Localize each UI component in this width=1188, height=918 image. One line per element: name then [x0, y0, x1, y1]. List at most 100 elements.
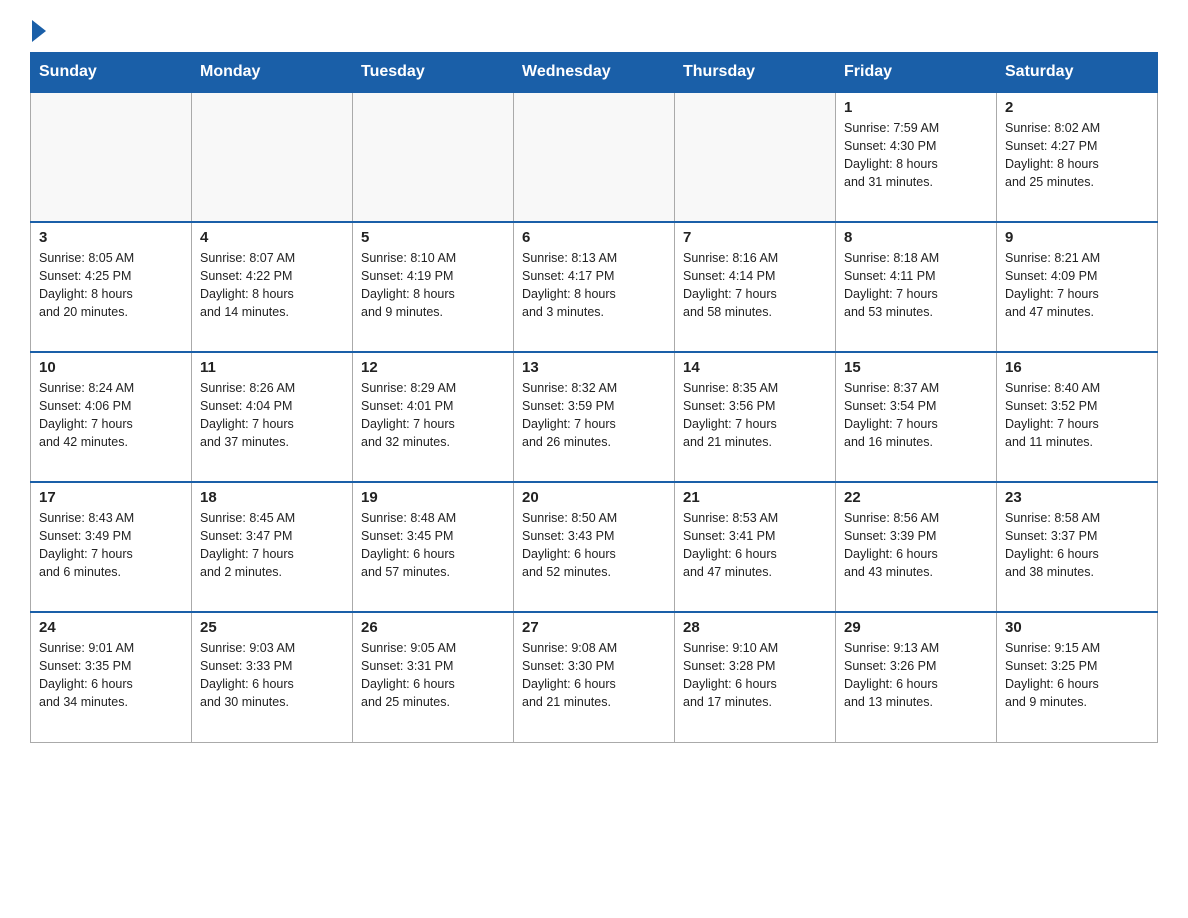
col-friday: Friday — [836, 53, 997, 93]
day-info: Sunrise: 8:32 AM Sunset: 3:59 PM Dayligh… — [522, 379, 666, 452]
day-info: Sunrise: 9:10 AM Sunset: 3:28 PM Dayligh… — [683, 639, 827, 712]
day-number: 27 — [522, 619, 666, 636]
table-row — [353, 92, 514, 222]
day-number: 25 — [200, 619, 344, 636]
table-row: 3 Sunrise: 8:05 AM Sunset: 4:25 PM Daylig… — [31, 222, 192, 352]
day-info: Sunrise: 8:10 AM Sunset: 4:19 PM Dayligh… — [361, 249, 505, 322]
table-row: 20Sunrise: 8:50 AM Sunset: 3:43 PM Dayli… — [514, 482, 675, 612]
day-info: Sunrise: 8:13 AM Sunset: 4:17 PM Dayligh… — [522, 249, 666, 322]
day-info: Sunrise: 9:03 AM Sunset: 3:33 PM Dayligh… — [200, 639, 344, 712]
table-row: 13 Sunrise: 8:32 AM Sunset: 3:59 PM Dayli… — [514, 352, 675, 482]
calendar-week-row: 24 Sunrise: 9:01 AM Sunset: 3:35 PM Dayli… — [31, 612, 1158, 742]
table-row: 1 Sunrise: 7:59 AM Sunset: 4:30 PM Daylig… — [836, 92, 997, 222]
table-row: 8Sunrise: 8:18 AM Sunset: 4:11 PM Daylig… — [836, 222, 997, 352]
day-info: Sunrise: 8:53 AM Sunset: 3:41 PM Dayligh… — [683, 509, 827, 582]
day-number: 9 — [1005, 229, 1149, 246]
calendar-week-row: 17Sunrise: 8:43 AM Sunset: 3:49 PM Dayli… — [31, 482, 1158, 612]
table-row: 2Sunrise: 8:02 AM Sunset: 4:27 PM Daylig… — [997, 92, 1158, 222]
col-monday: Monday — [192, 53, 353, 93]
day-info: Sunrise: 8:24 AM Sunset: 4:06 PM Dayligh… — [39, 379, 183, 452]
day-info: Sunrise: 8:45 AM Sunset: 3:47 PM Dayligh… — [200, 509, 344, 582]
table-row: 12 Sunrise: 8:29 AM Sunset: 4:01 PM Dayli… — [353, 352, 514, 482]
day-number: 22 — [844, 489, 988, 506]
table-row: 4 Sunrise: 8:07 AM Sunset: 4:22 PM Daylig… — [192, 222, 353, 352]
day-info: Sunrise: 8:37 AM Sunset: 3:54 PM Dayligh… — [844, 379, 988, 452]
calendar-week-row: 3 Sunrise: 8:05 AM Sunset: 4:25 PM Daylig… — [31, 222, 1158, 352]
day-number: 26 — [361, 619, 505, 636]
table-row: 25 Sunrise: 9:03 AM Sunset: 3:33 PM Dayli… — [192, 612, 353, 742]
day-number: 7 — [683, 229, 827, 246]
table-row: 15 Sunrise: 8:37 AM Sunset: 3:54 PM Dayli… — [836, 352, 997, 482]
table-row — [31, 92, 192, 222]
day-info: Sunrise: 8:48 AM Sunset: 3:45 PM Dayligh… — [361, 509, 505, 582]
day-info: Sunrise: 9:08 AM Sunset: 3:30 PM Dayligh… — [522, 639, 666, 712]
day-info: Sunrise: 8:26 AM Sunset: 4:04 PM Dayligh… — [200, 379, 344, 452]
header — [30, 20, 1158, 42]
table-row: 27 Sunrise: 9:08 AM Sunset: 3:30 PM Dayli… — [514, 612, 675, 742]
day-number: 18 — [200, 489, 344, 506]
table-row: 17Sunrise: 8:43 AM Sunset: 3:49 PM Dayli… — [31, 482, 192, 612]
day-number: 5 — [361, 229, 505, 246]
page: Sunday Monday Tuesday Wednesday Thursday… — [0, 0, 1188, 918]
day-number: 29 — [844, 619, 988, 636]
day-number: 16 — [1005, 359, 1149, 376]
day-number: 1 — [844, 99, 988, 116]
day-number: 19 — [361, 489, 505, 506]
day-info: Sunrise: 8:50 AM Sunset: 3:43 PM Dayligh… — [522, 509, 666, 582]
table-row: 24 Sunrise: 9:01 AM Sunset: 3:35 PM Dayli… — [31, 612, 192, 742]
day-number: 2 — [1005, 99, 1149, 116]
table-row: 9 Sunrise: 8:21 AM Sunset: 4:09 PM Daylig… — [997, 222, 1158, 352]
table-row: 10 Sunrise: 8:24 AM Sunset: 4:06 PM Dayli… — [31, 352, 192, 482]
day-info: Sunrise: 8:58 AM Sunset: 3:37 PM Dayligh… — [1005, 509, 1149, 582]
day-number: 24 — [39, 619, 183, 636]
table-row: 16Sunrise: 8:40 AM Sunset: 3:52 PM Dayli… — [997, 352, 1158, 482]
day-info: Sunrise: 9:13 AM Sunset: 3:26 PM Dayligh… — [844, 639, 988, 712]
table-row: 6Sunrise: 8:13 AM Sunset: 4:17 PM Daylig… — [514, 222, 675, 352]
day-info: Sunrise: 9:05 AM Sunset: 3:31 PM Dayligh… — [361, 639, 505, 712]
day-number: 14 — [683, 359, 827, 376]
table-row: 18 Sunrise: 8:45 AM Sunset: 3:47 PM Dayli… — [192, 482, 353, 612]
day-number: 12 — [361, 359, 505, 376]
day-info: Sunrise: 8:05 AM Sunset: 4:25 PM Dayligh… — [39, 249, 183, 322]
day-number: 30 — [1005, 619, 1149, 636]
logo — [30, 20, 48, 42]
table-row: 30 Sunrise: 9:15 AM Sunset: 3:25 PM Dayli… — [997, 612, 1158, 742]
col-wednesday: Wednesday — [514, 53, 675, 93]
day-info: Sunrise: 7:59 AM Sunset: 4:30 PM Dayligh… — [844, 119, 988, 192]
col-saturday: Saturday — [997, 53, 1158, 93]
day-number: 15 — [844, 359, 988, 376]
table-row: 5 Sunrise: 8:10 AM Sunset: 4:19 PM Daylig… — [353, 222, 514, 352]
table-row: 28 Sunrise: 9:10 AM Sunset: 3:28 PM Dayli… — [675, 612, 836, 742]
table-row: 11Sunrise: 8:26 AM Sunset: 4:04 PM Dayli… — [192, 352, 353, 482]
col-thursday: Thursday — [675, 53, 836, 93]
day-number: 13 — [522, 359, 666, 376]
table-row: 29 Sunrise: 9:13 AM Sunset: 3:26 PM Dayli… — [836, 612, 997, 742]
day-info: Sunrise: 8:21 AM Sunset: 4:09 PM Dayligh… — [1005, 249, 1149, 322]
day-info: Sunrise: 8:35 AM Sunset: 3:56 PM Dayligh… — [683, 379, 827, 452]
day-info: Sunrise: 9:15 AM Sunset: 3:25 PM Dayligh… — [1005, 639, 1149, 712]
calendar-week-row: 1 Sunrise: 7:59 AM Sunset: 4:30 PM Daylig… — [31, 92, 1158, 222]
day-number: 10 — [39, 359, 183, 376]
logo-text — [30, 20, 48, 42]
day-number: 21 — [683, 489, 827, 506]
day-number: 4 — [200, 229, 344, 246]
calendar-header-row: Sunday Monday Tuesday Wednesday Thursday… — [31, 53, 1158, 93]
day-info: Sunrise: 8:07 AM Sunset: 4:22 PM Dayligh… — [200, 249, 344, 322]
table-row: 23Sunrise: 8:58 AM Sunset: 3:37 PM Dayli… — [997, 482, 1158, 612]
day-info: Sunrise: 9:01 AM Sunset: 3:35 PM Dayligh… — [39, 639, 183, 712]
calendar-table: Sunday Monday Tuesday Wednesday Thursday… — [30, 52, 1158, 743]
table-row: 14 Sunrise: 8:35 AM Sunset: 3:56 PM Dayli… — [675, 352, 836, 482]
day-number: 17 — [39, 489, 183, 506]
day-info: Sunrise: 8:16 AM Sunset: 4:14 PM Dayligh… — [683, 249, 827, 322]
day-number: 28 — [683, 619, 827, 636]
day-number: 3 — [39, 229, 183, 246]
table-row: 26 Sunrise: 9:05 AM Sunset: 3:31 PM Dayli… — [353, 612, 514, 742]
day-number: 8 — [844, 229, 988, 246]
calendar-week-row: 10 Sunrise: 8:24 AM Sunset: 4:06 PM Dayli… — [31, 352, 1158, 482]
table-row — [192, 92, 353, 222]
day-info: Sunrise: 8:56 AM Sunset: 3:39 PM Dayligh… — [844, 509, 988, 582]
calendar-body: 1 Sunrise: 7:59 AM Sunset: 4:30 PM Daylig… — [31, 92, 1158, 742]
table-row: 21 Sunrise: 8:53 AM Sunset: 3:41 PM Dayli… — [675, 482, 836, 612]
day-info: Sunrise: 8:29 AM Sunset: 4:01 PM Dayligh… — [361, 379, 505, 452]
table-row — [675, 92, 836, 222]
